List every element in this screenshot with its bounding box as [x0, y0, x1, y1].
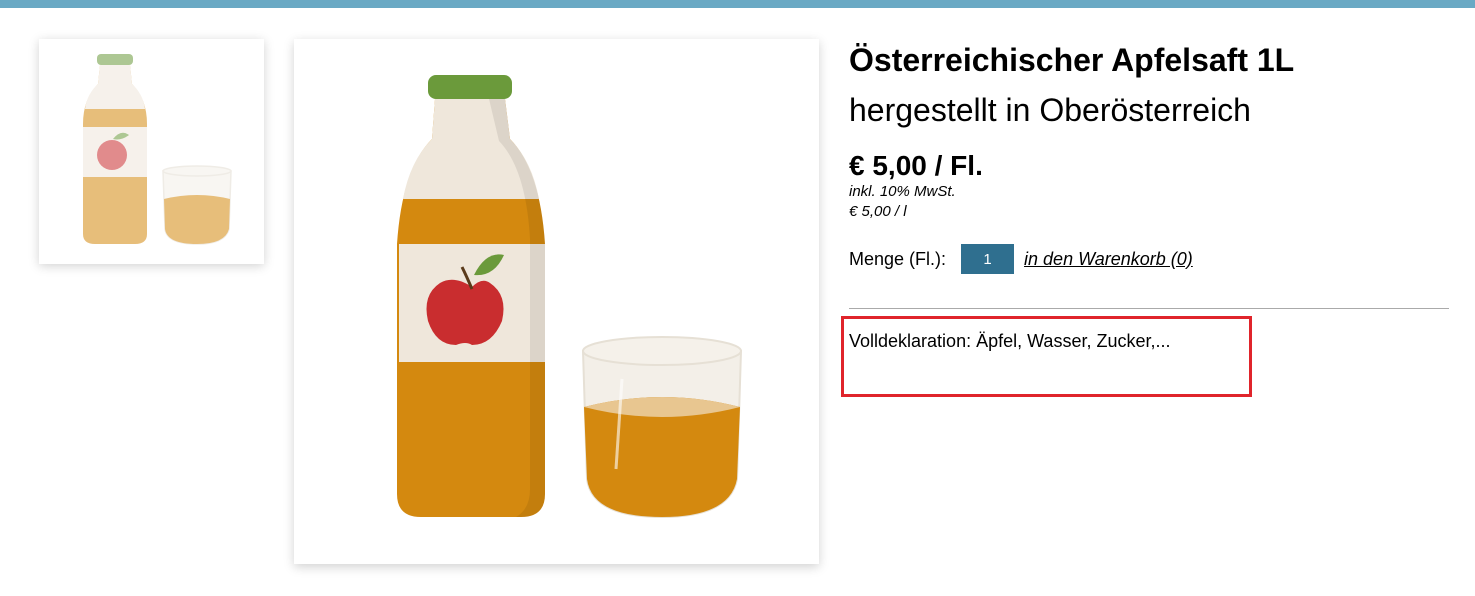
highlight-box	[841, 316, 1252, 397]
quantity-row: Menge (Fl.): in den Warenkorb (0)	[849, 244, 1449, 274]
product-details: Österreichischer Apfelsaft 1L hergestell…	[849, 40, 1449, 274]
juice-bottle-glass-icon	[397, 75, 743, 519]
unit-price: € 5,00 / l	[849, 203, 907, 220]
top-accent-bar	[0, 0, 1475, 8]
quantity-input[interactable]	[961, 244, 1015, 274]
divider	[849, 308, 1449, 309]
add-to-cart-link[interactable]: in den Warenkorb (0)	[1024, 249, 1193, 270]
juice-bottle-glass-icon	[83, 54, 232, 245]
product-thumbnail[interactable]	[39, 39, 264, 264]
product-main-image	[294, 39, 819, 564]
product-subtitle: hergestellt in Oberösterreich	[849, 92, 1251, 128]
product-price: € 5,00 / Fl.	[849, 150, 983, 181]
tax-note: inkl. 10% MwSt.	[849, 183, 956, 200]
quantity-label: Menge (Fl.):	[849, 248, 947, 269]
declaration-text: Volldeklaration: Äpfel, Wasser, Zucker,.…	[849, 331, 1171, 351]
product-title: Österreichischer Apfelsaft 1L	[849, 42, 1295, 78]
